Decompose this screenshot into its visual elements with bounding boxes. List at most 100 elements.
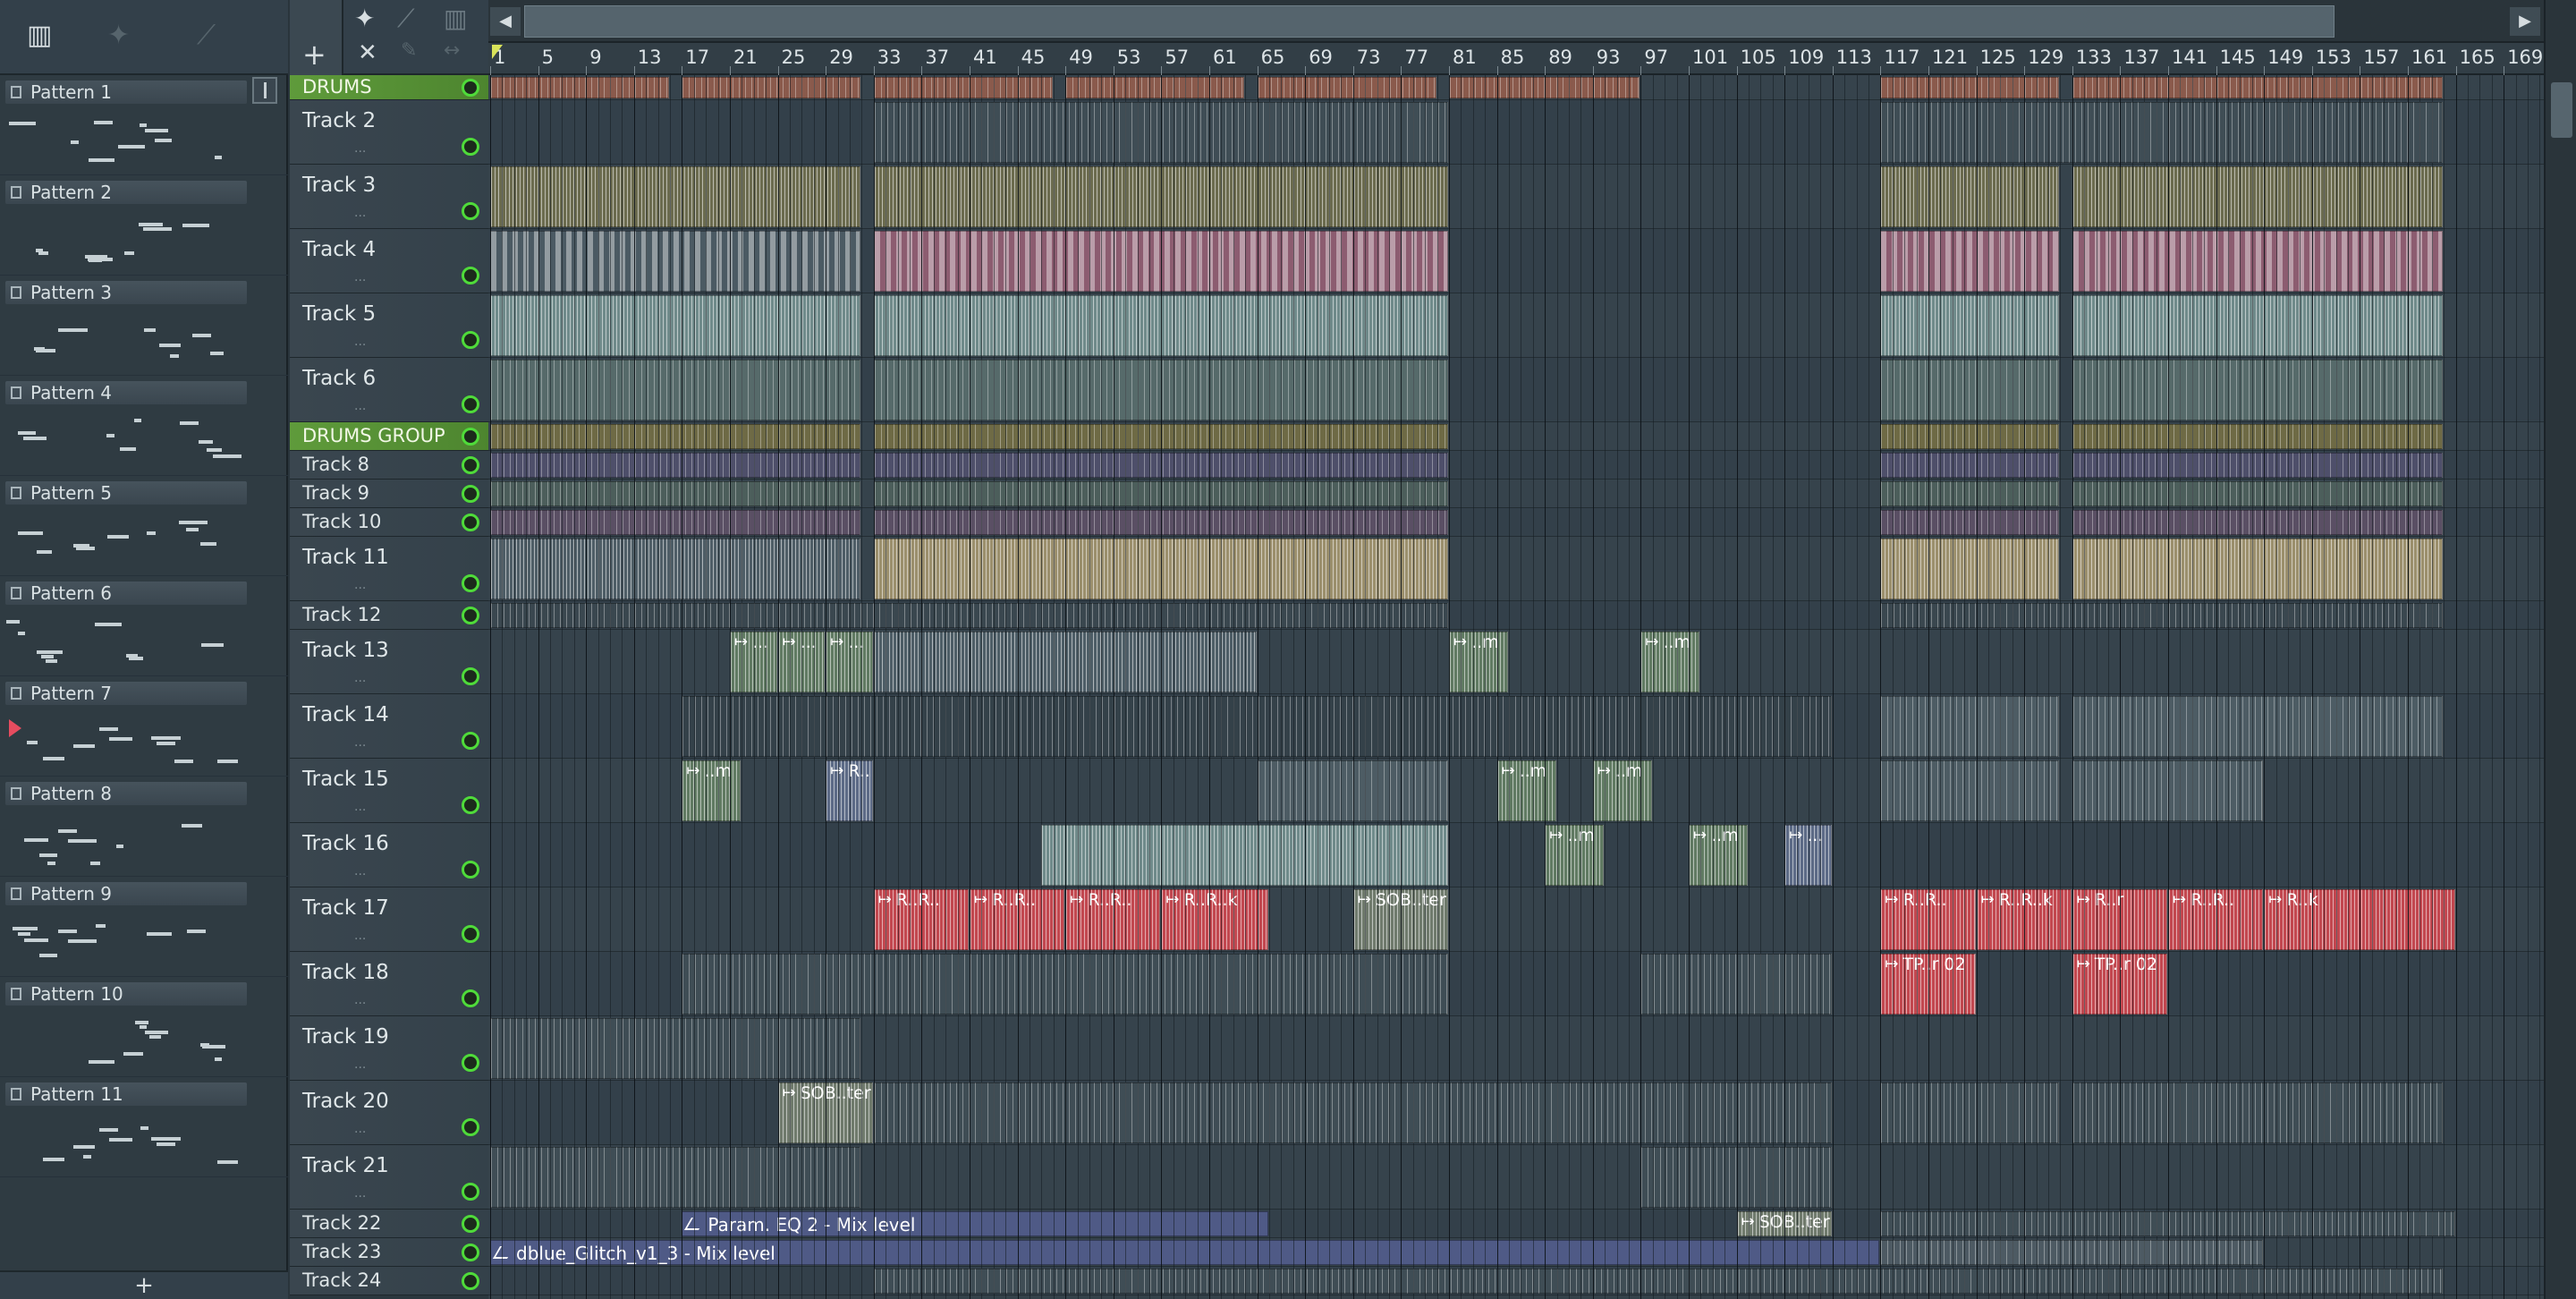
track-header[interactable]: Track 14... <box>290 694 488 759</box>
add-track-icon[interactable]: + <box>302 38 326 72</box>
pattern-item[interactable]: Pattern 11 <box>0 1077 288 1177</box>
playlist-clip[interactable] <box>2072 231 2444 292</box>
playhead-marker-icon[interactable] <box>492 45 503 59</box>
pattern-header[interactable]: Pattern 8 <box>5 782 247 805</box>
playlist-clip[interactable] <box>490 166 861 227</box>
scroll-left-icon[interactable]: ◀ <box>490 7 521 36</box>
track-header[interactable]: Track 9 <box>290 480 488 508</box>
track-header[interactable]: Track 17... <box>290 887 488 952</box>
playlist-clip[interactable] <box>2072 453 2444 478</box>
playlist-clip[interactable] <box>1880 166 2060 227</box>
pattern-header[interactable]: Pattern 5 <box>5 481 247 505</box>
pattern-header[interactable]: Pattern 3 <box>5 281 247 304</box>
track-mute-led-icon[interactable] <box>462 1054 479 1072</box>
track-options[interactable]: ... <box>354 399 366 413</box>
playlist-clip[interactable] <box>1880 295 2060 356</box>
playlist-clip[interactable] <box>2072 539 2444 599</box>
track-header[interactable]: Track 21... <box>290 1145 488 1210</box>
playlist-clip[interactable] <box>2072 295 2444 356</box>
track-mute-led-icon[interactable] <box>462 456 479 474</box>
playlist-clip[interactable] <box>490 1018 861 1079</box>
pattern-item[interactable]: Pattern 2 <box>0 175 288 276</box>
playlist-clip[interactable] <box>1880 231 2060 292</box>
track-mute-led-icon[interactable] <box>462 989 479 1007</box>
track-header[interactable]: Track 11... <box>290 537 488 601</box>
track-options[interactable]: ... <box>354 1122 366 1136</box>
track-header[interactable]: Track 13... <box>290 630 488 694</box>
piano-keys-icon[interactable]: ▥ <box>27 20 52 51</box>
playlist-clip[interactable] <box>2072 166 2444 227</box>
track-options[interactable]: ... <box>354 141 366 156</box>
song-overview-bar[interactable]: ◀ ▶ <box>488 0 2544 43</box>
track-mute-led-icon[interactable] <box>462 1118 479 1136</box>
pattern-item[interactable]: Pattern 8 <box>0 777 288 877</box>
pattern-item[interactable]: Pattern 3 <box>0 276 288 376</box>
track-options[interactable]: ... <box>354 993 366 1007</box>
playlist-clip[interactable] <box>2072 696 2444 757</box>
track-options[interactable]: ... <box>354 578 366 592</box>
track-header[interactable]: Track 2... <box>290 100 488 165</box>
playlist-clip[interactable] <box>1880 696 2060 757</box>
playlist-clip[interactable] <box>2072 424 2444 449</box>
playlist-clip[interactable] <box>682 77 861 98</box>
pattern-item[interactable]: Pattern 5 <box>0 476 288 576</box>
track-header[interactable]: Track 3... <box>290 165 488 229</box>
playlist-clip[interactable] <box>490 360 861 420</box>
track-mute-led-icon[interactable] <box>462 395 479 413</box>
track-options[interactable]: ... <box>354 206 366 220</box>
track-mute-led-icon[interactable] <box>462 1244 479 1261</box>
playlist-clip[interactable] <box>1880 510 2060 535</box>
playlist-clip[interactable] <box>2072 1082 2444 1143</box>
track-header[interactable]: DRUMS <box>290 75 488 100</box>
playlist-clip[interactable] <box>2072 481 2444 506</box>
automation-clip[interactable]: Param. EQ 2 - Mix level <box>682 1211 1268 1236</box>
track-mute-led-icon[interactable] <box>462 607 479 624</box>
track-header[interactable]: Track 24 <box>290 1267 488 1295</box>
pattern-item[interactable]: Pattern 4 <box>0 376 288 476</box>
waveform-icon[interactable]: ✦ <box>107 20 130 51</box>
track-header[interactable]: Track 6... <box>290 358 488 422</box>
add-pattern-button[interactable]: + <box>0 1270 288 1299</box>
track-mute-led-icon[interactable] <box>462 514 479 531</box>
automation-icon[interactable]: ⟋ <box>197 20 216 51</box>
playlist-clip[interactable] <box>873 77 1053 98</box>
playlist-clip[interactable]: ↦..m <box>1592 760 1652 821</box>
playlist-clip[interactable]: ↦..m <box>1640 632 1700 692</box>
pattern-item[interactable]: Pattern 1 <box>0 75 288 175</box>
pencil-icon[interactable]: ✎ <box>401 39 417 62</box>
track-options[interactable]: ... <box>354 800 366 814</box>
playlist-clip[interactable] <box>1880 424 2060 449</box>
track-mute-led-icon[interactable] <box>462 79 479 97</box>
track-mute-led-icon[interactable] <box>462 925 479 943</box>
bar-ruler[interactable]: 1 5 9 13 17 21 25 29 33 37 41 45 49 53 57 61 65 69 73 77 81 8… <box>488 43 2544 75</box>
playlist-clip[interactable] <box>873 1269 2444 1294</box>
pattern-header[interactable]: Pattern 7 <box>5 682 247 705</box>
track-options[interactable]: ... <box>354 335 366 349</box>
playlist-clip[interactable] <box>1880 539 2060 599</box>
pattern-header[interactable]: Pattern 1 <box>5 81 247 104</box>
playlist-clip[interactable] <box>490 295 861 356</box>
playlist-clip[interactable] <box>490 481 861 506</box>
track-options[interactable]: ... <box>354 1186 366 1201</box>
pattern-header[interactable]: Pattern 6 <box>5 582 247 605</box>
close-icon[interactable]: ✕ <box>358 39 377 66</box>
track-mute-led-icon[interactable] <box>462 667 479 685</box>
vertical-scrollbar[interactable] <box>2544 0 2576 1299</box>
arrows-icon[interactable]: ↔ <box>444 39 460 62</box>
playlist-clip[interactable] <box>2072 360 2444 420</box>
track-mute-led-icon[interactable] <box>462 796 479 814</box>
playlist-clip[interactable] <box>490 539 861 599</box>
track-header[interactable]: Track 4... <box>290 229 488 293</box>
pattern-item[interactable]: Pattern 7 <box>0 676 288 777</box>
pattern-header[interactable]: Pattern 10 <box>5 982 247 1006</box>
track-mute-led-icon[interactable] <box>462 861 479 879</box>
pattern-header[interactable]: Pattern 4 <box>5 381 247 404</box>
track-header[interactable]: Track 18... <box>290 952 488 1016</box>
track-options[interactable]: ... <box>354 671 366 685</box>
playlist-clip[interactable] <box>1880 1082 2060 1143</box>
track-options[interactable]: ... <box>354 270 366 284</box>
pattern-header[interactable]: Pattern 9 <box>5 882 247 905</box>
track-header[interactable]: Track 22 <box>290 1210 488 1238</box>
playlist-clip[interactable]: ↦..m <box>1449 632 1508 692</box>
track-header[interactable]: Track 23 <box>290 1238 488 1267</box>
